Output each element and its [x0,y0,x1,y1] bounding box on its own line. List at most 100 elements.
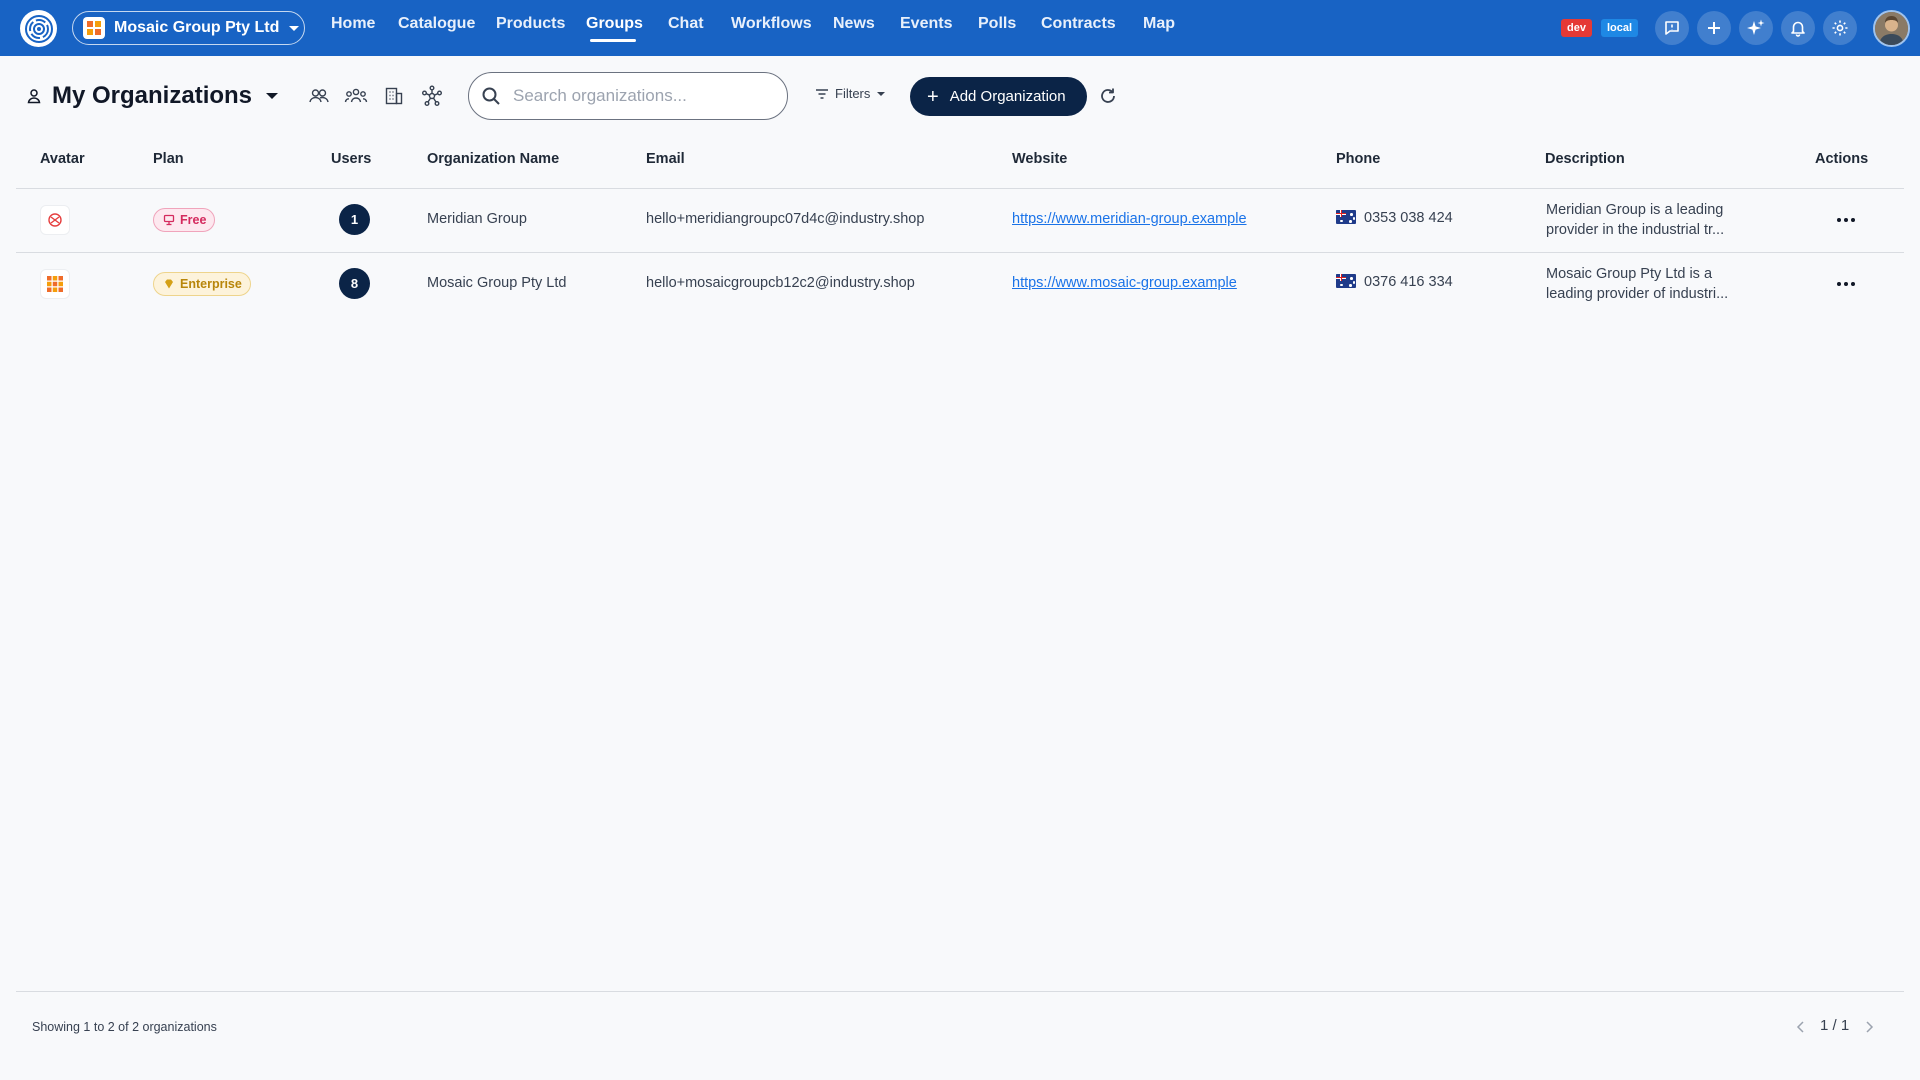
people-icon [309,89,329,103]
nav-contracts[interactable]: Contracts [1041,15,1116,33]
bell-icon [1791,21,1805,37]
organization-phone: 0376 416 334 [1336,274,1453,290]
user-avatar[interactable] [1873,10,1910,47]
column-header-plan[interactable]: Plan [153,151,184,167]
page-title-selector[interactable]: My Organizations [26,80,279,112]
app-logo[interactable] [20,10,57,47]
organization-website-link[interactable]: https://www.meridian-group.example [1012,211,1247,227]
organization-phone: 0353 038 424 [1336,210,1453,226]
user-icon [27,89,41,104]
search-box [468,72,788,120]
nav-home[interactable]: Home [331,15,375,33]
column-header-avatar[interactable]: Avatar [40,151,85,167]
organization-name: Meridian Group [427,211,527,227]
search-input[interactable] [513,86,773,106]
page-title: My Organizations [52,82,253,109]
organization-avatar [40,269,70,299]
pagination-summary: Showing 1 to 2 of 2 organizations [32,1020,217,1034]
view-organizations-button[interactable] [382,85,406,107]
notifications-button[interactable] [1781,11,1815,45]
messages-button[interactable] [1655,11,1689,45]
chevron-down-icon [877,91,886,96]
computer-icon [163,214,175,226]
filters-button[interactable]: Filters [815,86,886,101]
chat-bubble-icon [1665,21,1679,35]
ai-assistant-button[interactable] [1739,11,1773,45]
env-badge-dev: dev [1561,19,1592,37]
mosaic-logo-icon [47,276,63,292]
filter-icon [816,88,828,99]
footer-divider [16,991,1904,992]
settings-button[interactable] [1823,11,1857,45]
plan-badge: Free [153,208,216,232]
description-line: provider in the industrial tr... [1546,222,1725,238]
nav-news[interactable]: News [833,15,875,33]
nav-products[interactable]: Products [496,15,565,33]
top-navigation-bar: Mosaic Group Pty Ltd Home Catalogue Prod… [0,0,1920,56]
organization-avatar [40,205,70,235]
column-header-users[interactable]: Users [331,151,371,167]
view-network-button[interactable] [420,85,444,107]
active-nav-indicator [590,39,636,42]
nav-events[interactable]: Events [900,15,952,33]
meridian-logo-icon [48,213,62,227]
search-icon [482,87,500,105]
sparkle-icon [1747,19,1765,35]
organization-email: hello+meridiangroupc07d4c@industry.shop [646,211,925,227]
phone-number: 0376 416 334 [1364,274,1453,290]
create-button[interactable] [1697,11,1731,45]
column-header-description[interactable]: Description [1545,151,1625,167]
logo-icon [24,14,53,43]
groups-icon [344,88,368,103]
next-page-button[interactable] [1862,1020,1876,1034]
plus-icon [1708,22,1720,34]
organization-description: Mosaic Group Pty Ltd is a leading provid… [1546,264,1756,304]
filters-label: Filters [835,86,871,101]
column-header-website[interactable]: Website [1012,151,1067,167]
organization-switcher-label: Mosaic Group Pty Ltd [114,19,280,36]
nav-map[interactable]: Map [1143,15,1175,33]
gear-icon [1832,20,1848,36]
description-line: leading provider of industri... [1546,286,1729,302]
column-header-organization-name[interactable]: Organization Name [427,151,559,167]
nav-chat[interactable]: Chat [668,15,704,33]
refresh-icon [1101,88,1115,103]
column-header-phone[interactable]: Phone [1336,151,1380,167]
plus-icon: + [927,85,939,108]
row-actions-button[interactable] [1834,274,1858,294]
column-header-email[interactable]: Email [646,151,685,167]
diamond-icon [165,279,173,289]
view-groups-button[interactable] [344,85,368,107]
network-icon [422,85,443,107]
description-line: Mosaic Group Pty Ltd is a [1546,266,1713,282]
chevron-down-icon [266,93,279,99]
chevron-left-icon [1796,1021,1804,1033]
user-count-badge: 1 [339,204,370,235]
add-organization-label: Add Organization [949,88,1066,105]
nav-polls[interactable]: Polls [978,15,1016,33]
user-count-badge: 8 [339,268,370,299]
chevron-down-icon [289,25,300,31]
nav-catalogue[interactable]: Catalogue [398,15,475,33]
row-actions-button[interactable] [1834,210,1858,230]
refresh-button[interactable] [1097,85,1119,107]
nav-groups[interactable]: Groups [586,15,643,33]
table-row[interactable]: Enterprise 8 Mosaic Group Pty Ltd hello+… [16,252,1904,316]
nav-workflows[interactable]: Workflows [731,15,812,33]
table-row[interactable]: Free 1 Meridian Group hello+meridiangrou… [16,188,1904,252]
plan-label: Free [180,213,207,227]
add-organization-button[interactable]: + Add Organization [910,77,1087,116]
more-dots-icon [1837,282,1841,286]
page-indicator: 1 / 1 [1820,1017,1850,1034]
env-badge-local: local [1601,19,1639,37]
more-dots-icon [1837,218,1841,222]
view-members-button[interactable] [307,85,331,107]
column-header-actions: Actions [1815,151,1869,167]
organization-switcher[interactable]: Mosaic Group Pty Ltd [72,11,305,45]
previous-page-button[interactable] [1794,1020,1808,1034]
organization-website-link[interactable]: https://www.mosaic-group.example [1012,275,1237,291]
chevron-right-icon [1866,1021,1874,1033]
plan-label: Enterprise [180,277,242,291]
australia-flag-icon [1336,210,1356,224]
australia-flag-icon [1336,274,1356,288]
